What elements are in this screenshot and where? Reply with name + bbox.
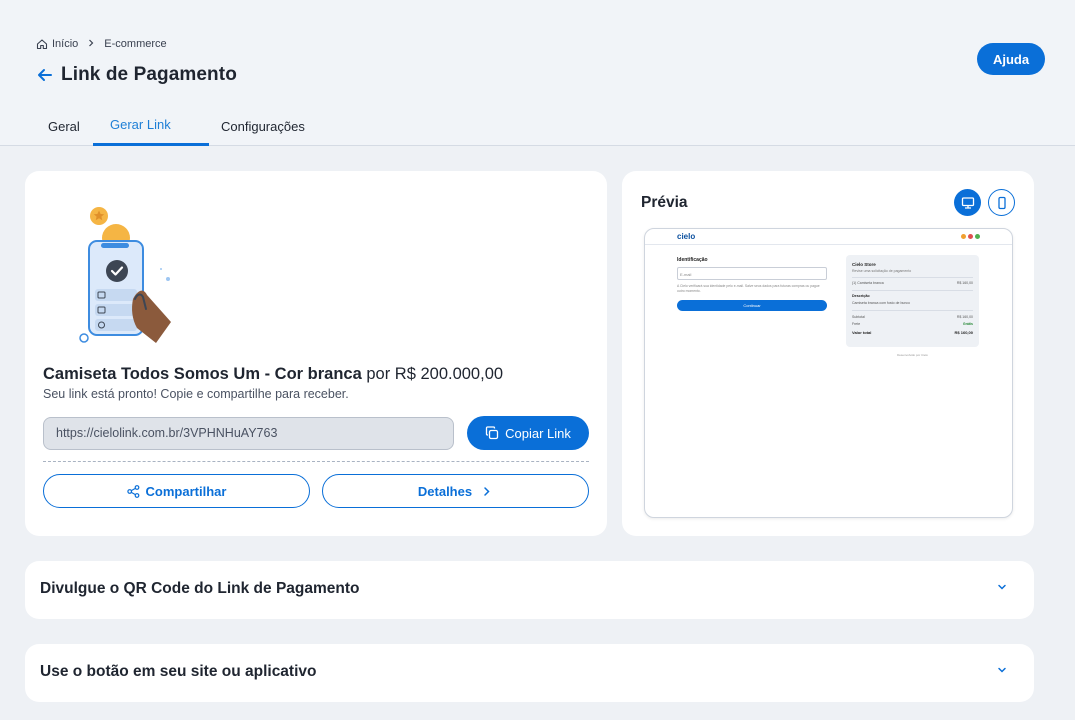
chevron-down-icon	[997, 662, 1007, 673]
preview-subtotal-value: R$ 160,00	[956, 315, 973, 319]
preview-total-label: Valor total	[852, 330, 872, 335]
title-row: Link de Pagamento	[36, 64, 237, 86]
preview-note: A Cielo verificará sua identidade pelo e…	[677, 284, 820, 293]
preview-store-sub: Revise uma solicitação de pagamento	[852, 269, 912, 273]
back-arrow-icon[interactable]	[36, 66, 54, 84]
preview-order-summary: Cielo Store Revise uma solicitação de pa…	[846, 255, 979, 347]
chevron-right-icon	[480, 485, 493, 498]
chevron-down-icon	[997, 579, 1007, 590]
preview-subtotal-row: Subtotal R$ 160,00	[852, 315, 973, 319]
preview-freight-value: Grátis	[962, 322, 973, 326]
preview-item-price: R$ 160,00	[956, 281, 973, 285]
preview-identification-title: Identificação	[677, 257, 708, 263]
product-name: Camiseta Todos Somos Um - Cor branca	[43, 365, 362, 383]
tab-gerar-link[interactable]: Gerar Link	[93, 112, 209, 146]
details-label: Detalhes	[417, 483, 473, 499]
accordion-button-embed-title: Use o botão em seu site ou aplicativo	[40, 663, 317, 680]
cielo-logo: cielo	[677, 232, 696, 241]
breadcrumb-current: E-commerce	[104, 38, 167, 50]
home-icon[interactable]	[36, 38, 48, 50]
preview-total-row: Valor total R$ 160,00	[852, 330, 973, 335]
page-title: Link de Pagamento	[61, 64, 237, 85]
preview-email-field: E-mail	[677, 267, 827, 280]
desktop-view-button[interactable]	[954, 189, 981, 216]
share-button[interactable]: Compartilhar	[43, 474, 310, 508]
divider	[43, 461, 589, 462]
preview-window-dots	[959, 234, 980, 239]
copy-link-label: Copiar Link	[505, 425, 571, 441]
preview-item-name: (1) Camiseta branca	[852, 281, 884, 285]
preview-description-heading: Descrição	[852, 294, 870, 298]
share-label: Compartilhar	[145, 483, 227, 499]
preview-card: Prévia cielo Identificação E-mail A Ciel…	[622, 171, 1034, 536]
preview-description-label: Descrição	[852, 294, 973, 298]
accordion-button-embed[interactable]: Use o botão em seu site ou aplicativo	[25, 644, 1034, 702]
preview-freight-row: Frete Grátis	[852, 322, 973, 326]
details-button[interactable]: Detalhes	[322, 474, 589, 508]
chevron-right-icon	[87, 39, 95, 50]
accordion-qr-code-title: Divulgue o QR Code do Link de Pagamento	[40, 580, 360, 597]
preview-total-value: R$ 160,00	[954, 330, 973, 335]
product-price: por R$ 200.000,00	[366, 365, 504, 383]
product-title: Camiseta Todos Somos Um - Cor branca por…	[43, 365, 503, 384]
page-header: Início E-commerce Link de Pagamento Ajud…	[0, 0, 1075, 146]
share-icon	[126, 484, 140, 498]
tab-geral[interactable]: Geral	[36, 112, 93, 146]
preview-description-text: Camiseta branca com fosto de bunco	[852, 301, 973, 305]
divider	[852, 277, 973, 278]
preview-footer: Desenvolvido por Cielo	[897, 353, 928, 357]
payment-link-url-field[interactable]: https://cielolink.com.br/3VPHNHuAY763	[43, 417, 454, 450]
preview-item-row: (1) Camiseta branca R$ 160,00	[852, 281, 973, 285]
divider	[852, 310, 973, 311]
payment-link-card: Camiseta Todos Somos Um - Cor branca por…	[25, 171, 607, 536]
preview-continue-button: Continuar	[677, 300, 827, 311]
copy-link-button[interactable]: Copiar Link	[467, 416, 589, 450]
breadcrumb: Início E-commerce	[36, 38, 167, 50]
mobile-icon	[997, 196, 1006, 209]
copy-icon	[485, 426, 499, 440]
tab-bar: Geral Gerar Link Configurações	[36, 112, 317, 146]
breadcrumb-home[interactable]: Início	[52, 38, 78, 50]
divider	[852, 290, 973, 291]
preview-description-value: Camiseta branca com fosto de bunco	[852, 301, 910, 305]
mobile-view-button[interactable]	[988, 189, 1015, 216]
phone-payment-illustration	[71, 191, 181, 343]
preview-topbar: cielo	[645, 229, 1012, 245]
preview-store-name: Cielo Store	[852, 262, 876, 267]
preview-freight-label: Frete	[852, 322, 861, 326]
desktop-icon	[961, 196, 974, 209]
link-ready-message: Seu link está pronto! Copie e compartilh…	[43, 387, 349, 401]
tab-configuracoes[interactable]: Configurações	[209, 112, 317, 146]
preview-title: Prévia	[641, 194, 688, 211]
help-button[interactable]: Ajuda	[977, 43, 1045, 75]
preview-subtotal-label: Subtotal	[852, 315, 865, 319]
checkout-preview-frame: cielo Identificação E-mail A Cielo verif…	[644, 228, 1013, 518]
accordion-qr-code[interactable]: Divulgue o QR Code do Link de Pagamento	[25, 561, 1034, 619]
